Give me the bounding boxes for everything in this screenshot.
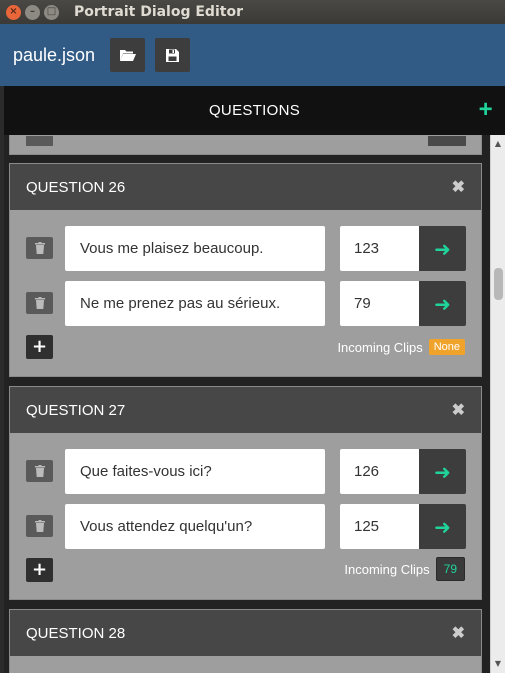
response-text-input[interactable]: Que faites-vous ici? <box>65 449 325 494</box>
questions-list[interactable]: QUESTION 26 ✖ Vous me plaisez beaucoup. … <box>4 135 490 673</box>
partial-button[interactable] <box>26 136 53 146</box>
arrow-right-icon: ➜ <box>434 291 451 316</box>
delete-response-button[interactable] <box>26 237 53 259</box>
vertical-scrollbar[interactable]: ▲ ▼ <box>490 135 505 673</box>
app-header: paule.json <box>0 24 505 86</box>
response-row: Vous attendez quelqu'un? 125 ➜ <box>10 504 483 549</box>
close-icon[interactable]: ✖ <box>452 623 465 643</box>
file-name: paule.json <box>13 44 96 65</box>
close-icon[interactable]: ✖ <box>452 400 465 420</box>
window-maximize-button[interactable]: □ <box>44 4 59 20</box>
plus-icon: + <box>31 336 48 357</box>
arrow-right-icon: ➜ <box>434 459 451 484</box>
questions-panel: QUESTIONS + QUESTION 26 ✖ Vous me plaise… <box>4 86 505 673</box>
save-file-button[interactable] <box>155 38 191 72</box>
question-card: QUESTION 26 ✖ Vous me plaisez beaucoup. … <box>9 163 482 377</box>
add-response-button[interactable]: + <box>26 335 53 359</box>
clip-number-input[interactable]: 79 <box>340 281 419 326</box>
delete-response-button[interactable] <box>26 292 53 314</box>
delete-response-button[interactable] <box>26 515 53 537</box>
incoming-clips: Incoming Clips None <box>337 336 465 358</box>
question-title: QUESTION 26 <box>26 178 126 196</box>
trash-icon <box>34 520 45 532</box>
window-title: Portrait Dialog Editor <box>74 4 243 20</box>
folder-open-icon <box>119 49 136 61</box>
window-controls: × – □ <box>6 4 59 20</box>
response-text-input[interactable]: Vous me plaisez beaucoup. <box>65 226 325 271</box>
incoming-clips-label: Incoming Clips <box>337 339 423 355</box>
incoming-clip-badge[interactable]: 79 <box>435 557 465 581</box>
window-close-button[interactable]: × <box>6 4 21 20</box>
question-card-header: QUESTION 28 ✖ <box>10 610 481 656</box>
clip-number-input[interactable]: 125 <box>340 504 419 549</box>
floppy-disk-icon <box>166 48 180 62</box>
response-row: Ne me prenez pas au sérieux. 79 ➜ <box>10 281 483 326</box>
add-response-button[interactable]: + <box>26 558 53 582</box>
response-text-input[interactable]: Vous attendez quelqu'un? <box>65 504 325 549</box>
delete-response-button[interactable] <box>26 460 53 482</box>
incoming-clips-badge: None <box>428 339 465 355</box>
plus-icon: + <box>478 96 493 123</box>
arrow-right-icon: ➜ <box>434 236 451 261</box>
go-to-clip-button[interactable]: ➜ <box>419 226 466 271</box>
response-row: Vous me plaisez beaucoup. 123 ➜ <box>10 226 483 271</box>
window-minimize-button[interactable]: – <box>25 4 40 20</box>
scroll-up-icon[interactable]: ▲ <box>491 137 505 151</box>
trash-icon <box>34 465 45 477</box>
go-to-clip-button[interactable]: ➜ <box>419 504 466 549</box>
question-card: QUESTION 27 ✖ Que faites-vous ici? 126 ➜… <box>9 386 482 600</box>
clip-number-input[interactable]: 123 <box>340 226 419 271</box>
question-card-header: QUESTION 26 ✖ <box>10 164 481 210</box>
question-title: QUESTION 27 <box>26 401 126 419</box>
trash-icon <box>34 242 45 254</box>
partial-button[interactable] <box>428 136 466 146</box>
question-card-partial <box>9 135 482 155</box>
go-to-clip-button[interactable]: ➜ <box>419 449 466 494</box>
scroll-down-icon[interactable]: ▼ <box>491 657 505 671</box>
clip-number-input[interactable]: 126 <box>340 449 419 494</box>
close-icon[interactable]: ✖ <box>452 177 465 197</box>
plus-icon: + <box>31 559 48 580</box>
arrow-right-icon: ➜ <box>434 514 451 539</box>
trash-icon <box>34 297 45 309</box>
response-text-input[interactable]: Ne me prenez pas au sérieux. <box>65 281 325 326</box>
response-row: Que faites-vous ici? 126 ➜ <box>10 449 483 494</box>
scrollbar-thumb[interactable] <box>494 268 503 300</box>
open-file-button[interactable] <box>110 38 146 72</box>
go-to-clip-button[interactable]: ➜ <box>419 281 466 326</box>
question-card: QUESTION 28 ✖ <box>9 609 482 673</box>
questions-title: QUESTIONS <box>208 102 301 119</box>
add-question-button[interactable]: + <box>479 98 493 122</box>
questions-header: QUESTIONS + <box>4 86 505 135</box>
window-titlebar: × – □ Portrait Dialog Editor <box>0 0 505 24</box>
incoming-clips-label: Incoming Clips <box>344 561 430 577</box>
question-card-header: QUESTION 27 ✖ <box>10 387 481 433</box>
question-title: QUESTION 28 <box>26 624 126 642</box>
incoming-clips: Incoming Clips 79 <box>344 557 465 581</box>
